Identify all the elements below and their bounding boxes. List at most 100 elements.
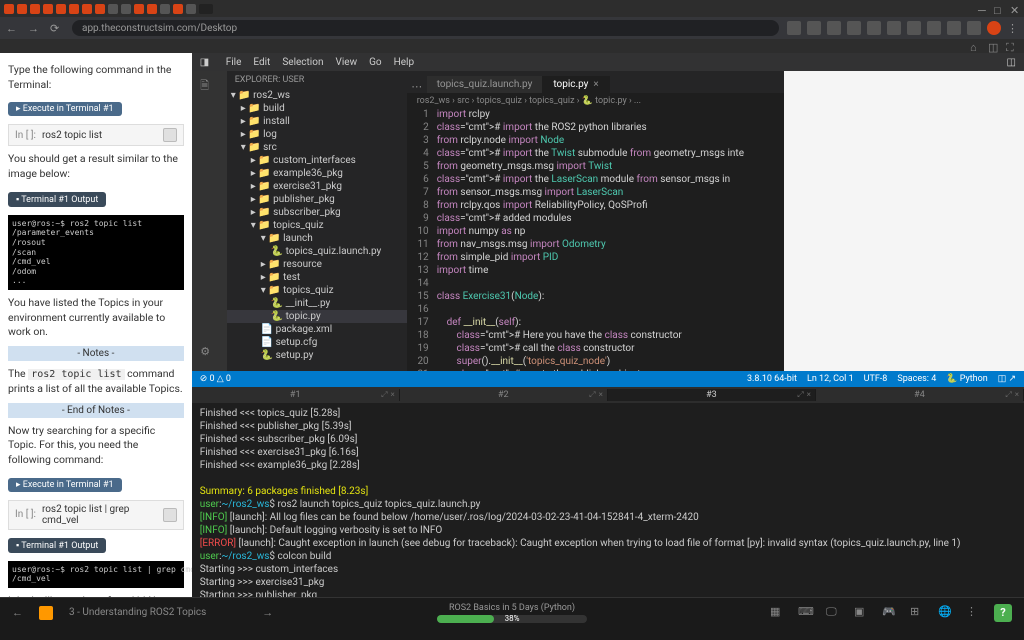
tree-item[interactable]: ▸ 📁 install — [227, 115, 407, 128]
lesson-panel[interactable]: Type the following command in the Termin… — [0, 53, 192, 597]
editor-tab[interactable]: topics_quiz.launch.py — [427, 76, 544, 93]
tree-item[interactable]: ▸ 📁 publisher_pkg — [227, 193, 407, 206]
os-tab[interactable] — [4, 4, 14, 14]
tree-item[interactable]: 🐍 setup.py — [227, 349, 407, 362]
ext-icon[interactable] — [807, 21, 821, 35]
os-tab[interactable] — [95, 4, 105, 14]
os-tab[interactable] — [160, 4, 170, 14]
tab-menu-icon[interactable]: ⋯ — [407, 80, 427, 93]
os-tab[interactable] — [56, 4, 66, 14]
tree-item[interactable]: ▸ 📁 test — [227, 271, 407, 284]
execute-button[interactable]: ▸ Execute in Terminal #1 — [8, 102, 122, 116]
terminal-output[interactable]: Finished <<< topics_quiz [5.28s]Finished… — [192, 403, 1024, 597]
maximize-icon[interactable]: □ — [994, 4, 1004, 14]
menu-file[interactable]: File — [226, 57, 242, 68]
terminal-tab[interactable]: #2⤢× — [400, 389, 608, 401]
ext-icon[interactable] — [967, 21, 981, 35]
tree-item[interactable]: ▾ 📁 topics_quiz — [227, 284, 407, 297]
ext-icon[interactable] — [787, 21, 801, 35]
code-icon[interactable]: ⌨ — [798, 605, 814, 621]
tree-item[interactable]: 📄 package.xml — [227, 323, 407, 336]
menu-icon[interactable]: ⋮ — [966, 605, 982, 621]
menu-selection[interactable]: Selection — [282, 57, 323, 68]
tree-item[interactable]: ▾ 📁 ros2_ws — [227, 89, 407, 102]
breadcrumb[interactable]: ros2_ws › src › topics_quiz › topics_qui… — [407, 93, 784, 109]
help-button[interactable]: ? — [994, 604, 1012, 622]
ext-icon[interactable] — [947, 21, 961, 35]
minimap[interactable] — [744, 109, 784, 371]
encoding[interactable]: UTF-8 — [864, 374, 888, 384]
gamepad-icon[interactable]: 🎮 — [882, 605, 898, 621]
language-mode[interactable]: 🐍 Python — [946, 374, 987, 384]
os-tab[interactable] — [147, 4, 157, 14]
cursor-position[interactable]: Ln 12, Col 1 — [807, 374, 854, 384]
execute-button[interactable]: ▸ Execute in Terminal #1 — [8, 478, 122, 492]
tree-item[interactable]: ▾ 📁 src — [227, 141, 407, 154]
notebook-icon[interactable]: ▦ — [770, 605, 786, 621]
terminal-tab[interactable]: #1⤢× — [192, 389, 400, 401]
problems-status[interactable]: ⊘ 0 △ 0 — [200, 374, 231, 384]
tree-item[interactable]: ▸ 📁 log — [227, 128, 407, 141]
monitor-icon[interactable]: 🖵 — [826, 605, 842, 621]
os-tab[interactable] — [173, 4, 183, 14]
tree-item[interactable]: ▸ 📁 example36_pkg — [227, 167, 407, 180]
terminal-tab-active[interactable]: #3⤢× — [608, 389, 816, 401]
terminal-tab[interactable]: #4⤢× — [816, 389, 1024, 401]
os-tab[interactable] — [186, 4, 196, 14]
address-bar[interactable]: app.theconstructsim.com/Desktop — [72, 20, 779, 36]
reload-button[interactable]: ⟳ — [50, 22, 64, 35]
tree-item[interactable]: ▸ 📁 build — [227, 102, 407, 115]
web-icon[interactable]: 🌐 — [938, 605, 954, 621]
os-tab[interactable] — [30, 4, 40, 14]
tree-item[interactable]: ▾ 📁 launch — [227, 232, 407, 245]
panel-close-icon[interactable]: ◫ — [1007, 57, 1016, 68]
close-icon[interactable]: ✕ — [1010, 4, 1020, 14]
tree-item[interactable]: 📄 setup.cfg — [227, 336, 407, 349]
os-tab[interactable] — [17, 4, 27, 14]
robot-icon[interactable]: ⊞ — [910, 605, 926, 621]
os-tab-active[interactable] — [199, 4, 213, 14]
fullscreen-icon[interactable]: ⛶ — [1006, 41, 1016, 51]
menu-edit[interactable]: Edit — [253, 57, 270, 68]
editor-tab-active[interactable]: topic.py× — [543, 76, 609, 93]
os-tab[interactable] — [108, 4, 118, 14]
os-tab[interactable] — [82, 4, 92, 14]
tree-item[interactable]: ▾ 📁 topics_quiz — [227, 219, 407, 232]
os-tab[interactable] — [69, 4, 79, 14]
tree-item[interactable]: ▸ 📁 resource — [227, 258, 407, 271]
copy-icon[interactable] — [163, 508, 177, 522]
menu-icon[interactable]: ⋮ — [1007, 22, 1018, 35]
menu-go[interactable]: Go — [369, 57, 382, 68]
explorer-icon[interactable]: 🗎 — [200, 77, 218, 95]
tree-item[interactable]: 🐍 __init__.py — [227, 297, 407, 310]
settings-icon[interactable]: ⚙ — [200, 345, 218, 363]
copy-icon[interactable] — [163, 128, 177, 142]
lesson-icon[interactable] — [39, 606, 53, 620]
menu-help[interactable]: Help — [394, 57, 414, 68]
indent-status[interactable]: Spaces: 4 — [897, 374, 936, 384]
ext-icon[interactable] — [847, 21, 861, 35]
ext-icon[interactable] — [927, 21, 941, 35]
menu-view[interactable]: View — [335, 57, 357, 68]
python-version[interactable]: 3.8.10 64-bit — [747, 374, 797, 384]
tree-item[interactable]: 🐍 topic.py — [227, 310, 407, 323]
next-lesson-button[interactable]: → — [262, 606, 273, 619]
code-area[interactable]: import rclpyclass="cmt"># import the ROS… — [437, 109, 744, 371]
tree-item[interactable]: 🐍 topics_quiz.launch.py — [227, 245, 407, 258]
file-explorer[interactable]: EXPLORER: USER ▾ 📁 ros2_ws▸ 📁 build▸ 📁 i… — [227, 71, 407, 371]
ext-icon[interactable] — [907, 21, 921, 35]
ext-icon[interactable] — [827, 21, 841, 35]
tree-item[interactable]: ▸ 📁 custom_interfaces — [227, 154, 407, 167]
terminal-icon[interactable]: ▣ — [854, 605, 870, 621]
profile-icon[interactable] — [987, 21, 1001, 35]
minimize-icon[interactable]: ─ — [978, 4, 988, 14]
home-icon[interactable]: ⌂ — [970, 41, 980, 51]
ext-icon[interactable] — [887, 21, 901, 35]
editor-content[interactable]: 1234567891011121314151617181920212223242… — [407, 109, 784, 371]
forward-button[interactable]: → — [28, 22, 42, 35]
dual-pane-icon[interactable]: ◫ — [988, 41, 998, 51]
tree-item[interactable]: ▸ 📁 subscriber_pkg — [227, 206, 407, 219]
os-tab[interactable] — [134, 4, 144, 14]
layout-icons[interactable]: ◫ ↗ — [998, 374, 1016, 384]
tab-close-icon[interactable]: × — [593, 79, 598, 90]
